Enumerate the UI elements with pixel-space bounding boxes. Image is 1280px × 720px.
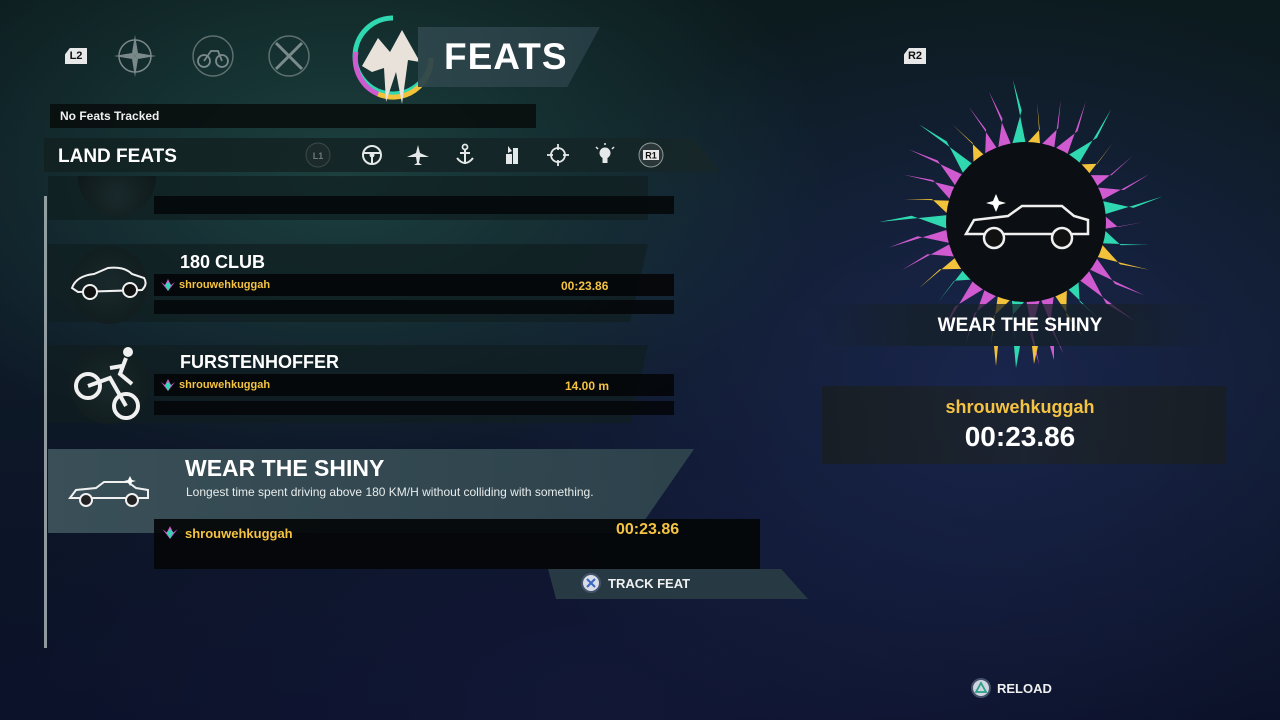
burst-spike <box>879 215 949 229</box>
burst-spike <box>904 199 951 215</box>
reload-button[interactable]: RELOAD <box>997 681 1052 696</box>
steering-wheel-icon[interactable] <box>359 142 385 168</box>
burst-spike <box>1067 109 1111 165</box>
burst-spike <box>988 91 1012 150</box>
player-crest-icon <box>161 379 175 391</box>
row-strip <box>154 196 674 214</box>
player-name: shrouwehkuggah <box>179 279 271 291</box>
crossed-weapons-icon[interactable] <box>266 33 312 79</box>
triangle-button-icon <box>971 678 991 698</box>
selected-feat-description: Longest time spent driving above 180 KM/… <box>186 485 594 499</box>
cross-button-icon <box>581 573 601 593</box>
feat-title: FURSTENHOFFER <box>180 352 339 372</box>
hunting-icon[interactable] <box>499 142 525 168</box>
burst-spike <box>1095 243 1150 270</box>
l2-button[interactable]: L2 <box>65 48 87 64</box>
player-name: shrouwehkuggah <box>179 379 271 391</box>
motorbike-stunt-icon <box>74 347 140 420</box>
burst-spike <box>903 174 957 201</box>
detail-player-name: shrouwehkuggah <box>945 397 1095 417</box>
compass-icon[interactable] <box>112 33 158 79</box>
selected-feat-title: WEAR THE SHINY <box>185 455 385 481</box>
selected-feat-score: 00:23.86 <box>616 521 680 538</box>
r2-button[interactable]: R2 <box>904 48 926 64</box>
tracked-status: No Feats Tracked <box>60 109 160 123</box>
bicycle-icon[interactable] <box>190 33 236 79</box>
crosshair-icon[interactable] <box>545 142 571 168</box>
burst-tail-icon <box>994 346 1054 368</box>
lightbulb-icon[interactable] <box>592 142 618 168</box>
detail-score: 00:23.86 <box>964 421 1076 452</box>
svg-text:R1: R1 <box>645 151 657 161</box>
player-crest-icon <box>161 279 175 291</box>
detail-feat-title: WEAR THE SHINY <box>937 315 1103 336</box>
burst-spike <box>1101 196 1163 215</box>
burst-spike <box>888 229 951 248</box>
player-crest-icon <box>162 526 178 539</box>
svg-text:L1: L1 <box>313 151 324 161</box>
list-scroll-indicator <box>44 196 47 648</box>
plane-icon[interactable] <box>405 142 431 168</box>
burst-spike <box>968 106 998 156</box>
muscle-car-icon <box>68 476 149 507</box>
row-strip <box>154 401 674 415</box>
feat-score: 14.00 m <box>565 379 610 393</box>
category-title: LAND FEATS <box>58 146 177 167</box>
burst-spike <box>1040 99 1061 150</box>
r1-button[interactable]: R1 <box>638 142 664 168</box>
burst-spike <box>1101 229 1149 246</box>
page-title: FEATS <box>444 36 568 77</box>
player-name: shrouwehkuggah <box>185 526 293 541</box>
track-feat-button[interactable]: TRACK FEAT <box>608 576 690 591</box>
burst-spike <box>1103 215 1144 229</box>
burst-spike <box>1026 102 1041 146</box>
l1-button[interactable]: L1 <box>305 142 331 168</box>
burst-spike <box>1011 79 1026 146</box>
anchor-icon[interactable] <box>452 142 478 168</box>
car-icon <box>70 266 147 300</box>
feat-title: 180 CLUB <box>180 252 266 272</box>
feat-score: 00:23.86 <box>561 279 609 293</box>
row-strip <box>154 300 674 314</box>
